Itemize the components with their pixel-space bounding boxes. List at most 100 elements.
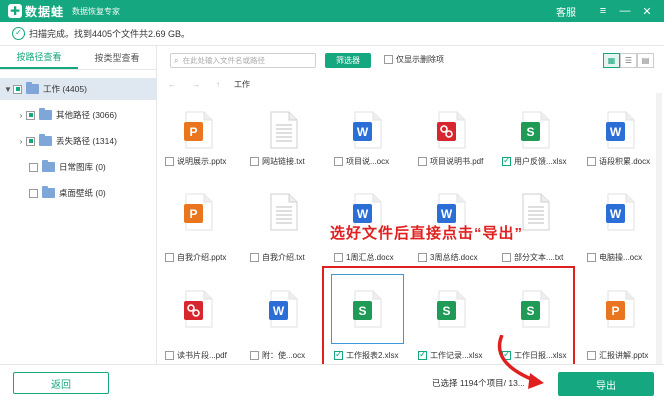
file-checkbox[interactable] bbox=[334, 156, 343, 166]
file-item[interactable]: 用户反馈...xlsx bbox=[502, 155, 566, 167]
file-checkbox[interactable] bbox=[165, 156, 174, 166]
docx-file-icon: W bbox=[605, 111, 634, 149]
search-input[interactable]: ⌕ 在此处输入文件名或路径 bbox=[170, 53, 316, 68]
list-view-icon[interactable]: ☰ bbox=[620, 53, 637, 68]
file-item[interactable]: 附：使...ocx bbox=[250, 349, 305, 361]
file-item[interactable]: 1周汇总.docx bbox=[334, 251, 394, 263]
file-item[interactable]: 3周总结.docx bbox=[418, 251, 478, 263]
scrollbar[interactable] bbox=[656, 93, 662, 364]
file-name: 自我介绍.pptx bbox=[177, 252, 227, 262]
tree-item-gallery[interactable]: 日常图库 (0) bbox=[0, 156, 157, 178]
svg-text:W: W bbox=[609, 125, 621, 139]
app-subtitle: 数据恢复专家 bbox=[72, 6, 121, 16]
file-item[interactable]: 汇报讲解.pptx bbox=[587, 349, 648, 361]
search-icon: ⌕ bbox=[174, 55, 179, 65]
tree-checkbox-lost[interactable] bbox=[26, 136, 35, 146]
file-item[interactable]: 电脑操...ocx bbox=[587, 251, 642, 263]
svg-text:P: P bbox=[611, 304, 619, 318]
file-card[interactable]: W bbox=[584, 177, 657, 247]
file-checkbox[interactable] bbox=[250, 252, 259, 262]
app-logo: ✚ 数据蛙 bbox=[8, 3, 64, 20]
file-checkbox[interactable] bbox=[418, 252, 427, 262]
file-card[interactable]: P bbox=[584, 274, 657, 344]
docx-file-icon: W bbox=[268, 290, 297, 328]
detail-view-icon[interactable]: ▤ bbox=[637, 53, 654, 68]
file-item[interactable]: 网站链接.txt bbox=[250, 155, 305, 167]
chevron-down-icon[interactable]: ▼ bbox=[3, 85, 13, 94]
file-checkbox[interactable] bbox=[502, 252, 511, 262]
file-card[interactable] bbox=[162, 274, 235, 344]
file-card[interactable]: P bbox=[162, 177, 235, 247]
file-item[interactable]: 自我介绍.pptx bbox=[165, 251, 226, 263]
file-checkbox[interactable] bbox=[502, 155, 511, 166]
file-name: 电脑操...ocx bbox=[599, 252, 643, 262]
app-name: 数据蛙 bbox=[25, 4, 65, 19]
file-checkbox[interactable] bbox=[165, 350, 174, 360]
file-checkbox[interactable] bbox=[587, 156, 596, 166]
pdf-file-icon bbox=[436, 111, 465, 149]
chevron-right-icon[interactable]: › bbox=[16, 137, 26, 146]
file-item[interactable]: 读书片段...pdf bbox=[165, 349, 227, 361]
pdf-file-icon bbox=[183, 290, 212, 328]
up-arrow-icon[interactable]: ↑ bbox=[216, 80, 220, 89]
file-card[interactable]: W bbox=[247, 274, 320, 344]
grid-view-icon[interactable]: ▦ bbox=[603, 53, 620, 68]
file-name: 自我介绍.txt bbox=[262, 252, 305, 262]
file-checkbox[interactable] bbox=[334, 252, 343, 262]
check-circle-icon: ✓ bbox=[12, 27, 25, 40]
file-item[interactable]: 语段积累.docx bbox=[587, 155, 650, 167]
tree-checkbox-gallery[interactable] bbox=[29, 162, 38, 172]
chevron-right-icon[interactable]: › bbox=[16, 111, 26, 120]
back-button[interactable]: 返回 bbox=[13, 372, 109, 394]
file-checkbox[interactable] bbox=[587, 350, 596, 360]
tree-item-root[interactable]: ▼ 工作 (4405) bbox=[0, 78, 157, 100]
tree-checkbox-root[interactable] bbox=[13, 84, 22, 94]
folder-icon bbox=[39, 134, 52, 146]
title-bar: ✚ 数据蛙 数据恢复专家 客服 ≡ — ✕ bbox=[0, 0, 664, 22]
filter-button[interactable]: 筛选器 bbox=[325, 53, 371, 68]
tree-checkbox-wallpaper[interactable] bbox=[29, 188, 38, 198]
file-checkbox[interactable] bbox=[250, 350, 259, 360]
tree-item-lost[interactable]: › 丢失路径 (1314) bbox=[0, 130, 157, 152]
file-item[interactable]: 项目说明书.pdf bbox=[418, 155, 483, 167]
folder-icon bbox=[42, 160, 55, 172]
show-deleted-toggle[interactable]: 仅显示删除项 bbox=[384, 54, 444, 65]
back-arrow-icon[interactable]: ← bbox=[168, 80, 176, 89]
menu-icon[interactable]: ≡ bbox=[592, 0, 614, 22]
file-checkbox[interactable] bbox=[250, 156, 259, 166]
file-name: 网站链接.txt bbox=[262, 156, 305, 166]
tab-by-type[interactable]: 按类型查看 bbox=[78, 46, 156, 69]
forward-arrow-icon[interactable]: → bbox=[192, 80, 200, 89]
tree-item-other[interactable]: › 其他路径 (3066) bbox=[0, 104, 157, 126]
close-icon[interactable]: ✕ bbox=[636, 0, 658, 22]
tree-checkbox-other[interactable] bbox=[26, 110, 35, 120]
minimize-icon[interactable]: — bbox=[614, 0, 636, 22]
folder-icon bbox=[26, 82, 39, 94]
file-name: 附：使...ocx bbox=[262, 350, 306, 360]
svg-text:P: P bbox=[189, 125, 197, 139]
file-name: 用户反馈...xlsx bbox=[514, 156, 567, 166]
file-name: 项目说明书.pdf bbox=[430, 156, 484, 166]
txt-file-icon bbox=[522, 193, 549, 231]
view-toggle: ▦ ☰ ▤ bbox=[603, 53, 654, 68]
file-item[interactable]: 项目说...ocx bbox=[334, 155, 389, 167]
tab-by-path[interactable]: 按路径查看 bbox=[0, 46, 78, 69]
file-checkbox[interactable] bbox=[418, 156, 427, 166]
file-checkbox[interactable] bbox=[165, 252, 174, 262]
bottom-bar: 返回 已选择 1194个项目/ 13... 导出 bbox=[0, 364, 664, 404]
file-name: 3周总结.docx bbox=[430, 252, 478, 262]
svg-text:W: W bbox=[356, 207, 368, 221]
file-item[interactable]: 说明展示.pptx bbox=[165, 155, 226, 167]
file-item[interactable]: 部分文本....txt bbox=[502, 251, 563, 263]
show-deleted-checkbox[interactable] bbox=[384, 55, 393, 64]
docx-file-icon: W bbox=[605, 193, 634, 231]
tree-item-wallpaper[interactable]: 桌面壁纸 (0) bbox=[0, 182, 157, 204]
search-placeholder: 在此处输入文件名或路径 bbox=[182, 56, 265, 65]
file-item[interactable]: 自我介绍.txt bbox=[250, 251, 305, 263]
export-button[interactable]: 导出 bbox=[558, 372, 654, 396]
customer-service-link[interactable]: 客服 bbox=[556, 4, 576, 19]
file-card[interactable] bbox=[247, 177, 320, 247]
file-checkbox[interactable] bbox=[587, 252, 596, 262]
scan-status-bar: ✓ 扫描完成。找到4405个文件共2.69 GB。 bbox=[0, 22, 664, 46]
file-name: 1周汇总.docx bbox=[346, 252, 394, 262]
